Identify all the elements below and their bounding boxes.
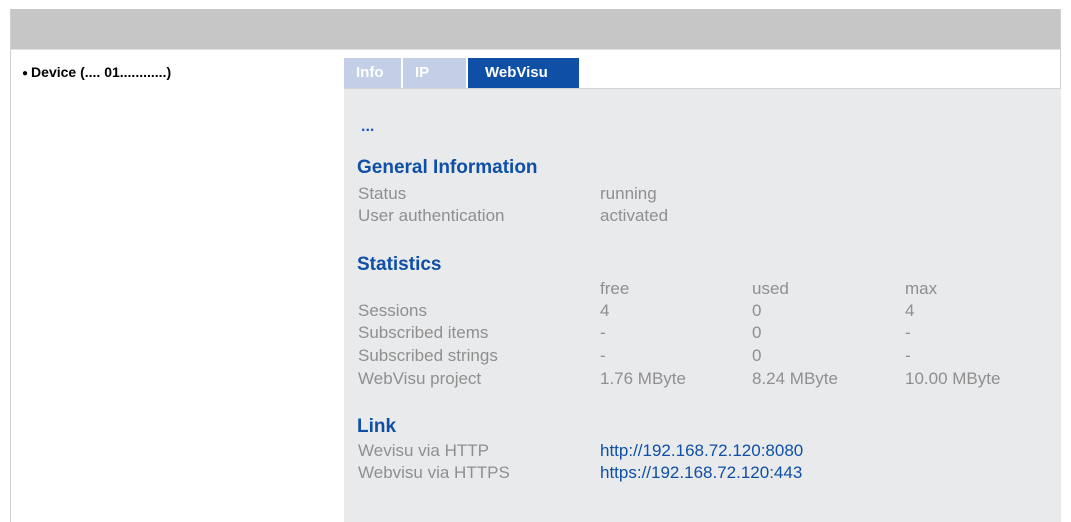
stat-row-label: Subscribed strings <box>358 346 498 365</box>
https-label: Webvisu via HTTPS <box>358 463 510 482</box>
header-divider <box>10 49 1061 50</box>
general-info-heading: General Information <box>357 157 538 178</box>
stat-value-used: 0 <box>752 346 762 365</box>
status-label: Status <box>358 184 407 203</box>
tab-ip[interactable]: IP <box>403 58 466 88</box>
stat-row-label: Subscribed items <box>358 323 489 342</box>
stat-value-max: 10.00 MByte <box>905 369 1001 388</box>
stat-value-used: 0 <box>752 301 762 320</box>
device-tree-item[interactable]: ● Device (.... 01............) <box>22 64 171 80</box>
tab-webvisu[interactable]: WebVisu <box>468 58 579 88</box>
more-link[interactable]: ... <box>361 118 374 136</box>
frame-left-border <box>10 9 11 522</box>
user-auth-label: User authentication <box>358 206 505 225</box>
top-bar <box>10 9 1061 49</box>
stat-value-used: 0 <box>752 323 762 342</box>
stat-value-free: - <box>600 323 606 342</box>
stat-value-max: - <box>905 346 911 365</box>
stat-row-label: Sessions <box>358 301 427 320</box>
stat-value-free: 1.76 MByte <box>600 369 686 388</box>
bullet-icon: ● <box>22 68 29 79</box>
stat-col-max: max <box>905 279 938 298</box>
user-auth-value: activated <box>600 206 669 225</box>
stat-value-max: - <box>905 323 911 342</box>
stat-value-max: 4 <box>905 301 915 320</box>
https-url-link[interactable]: https://192.168.72.120:443 <box>600 463 802 483</box>
stat-row-label: WebVisu project <box>358 369 482 388</box>
http-label: Wevisu via HTTP <box>358 441 489 460</box>
stat-value-used: 8.24 MByte <box>752 369 838 388</box>
stat-col-used: used <box>752 279 789 298</box>
status-value: running <box>600 184 657 203</box>
device-label: Device (.... 01............) <box>31 64 172 80</box>
link-heading: Link <box>357 416 397 437</box>
stat-value-free: - <box>600 346 606 365</box>
tab-info[interactable]: Info <box>344 58 401 88</box>
stat-value-free: 4 <box>600 301 610 320</box>
stat-col-free: free <box>600 279 630 298</box>
statistics-heading: Statistics <box>357 254 442 275</box>
http-url-link[interactable]: http://192.168.72.120:8080 <box>600 441 803 461</box>
